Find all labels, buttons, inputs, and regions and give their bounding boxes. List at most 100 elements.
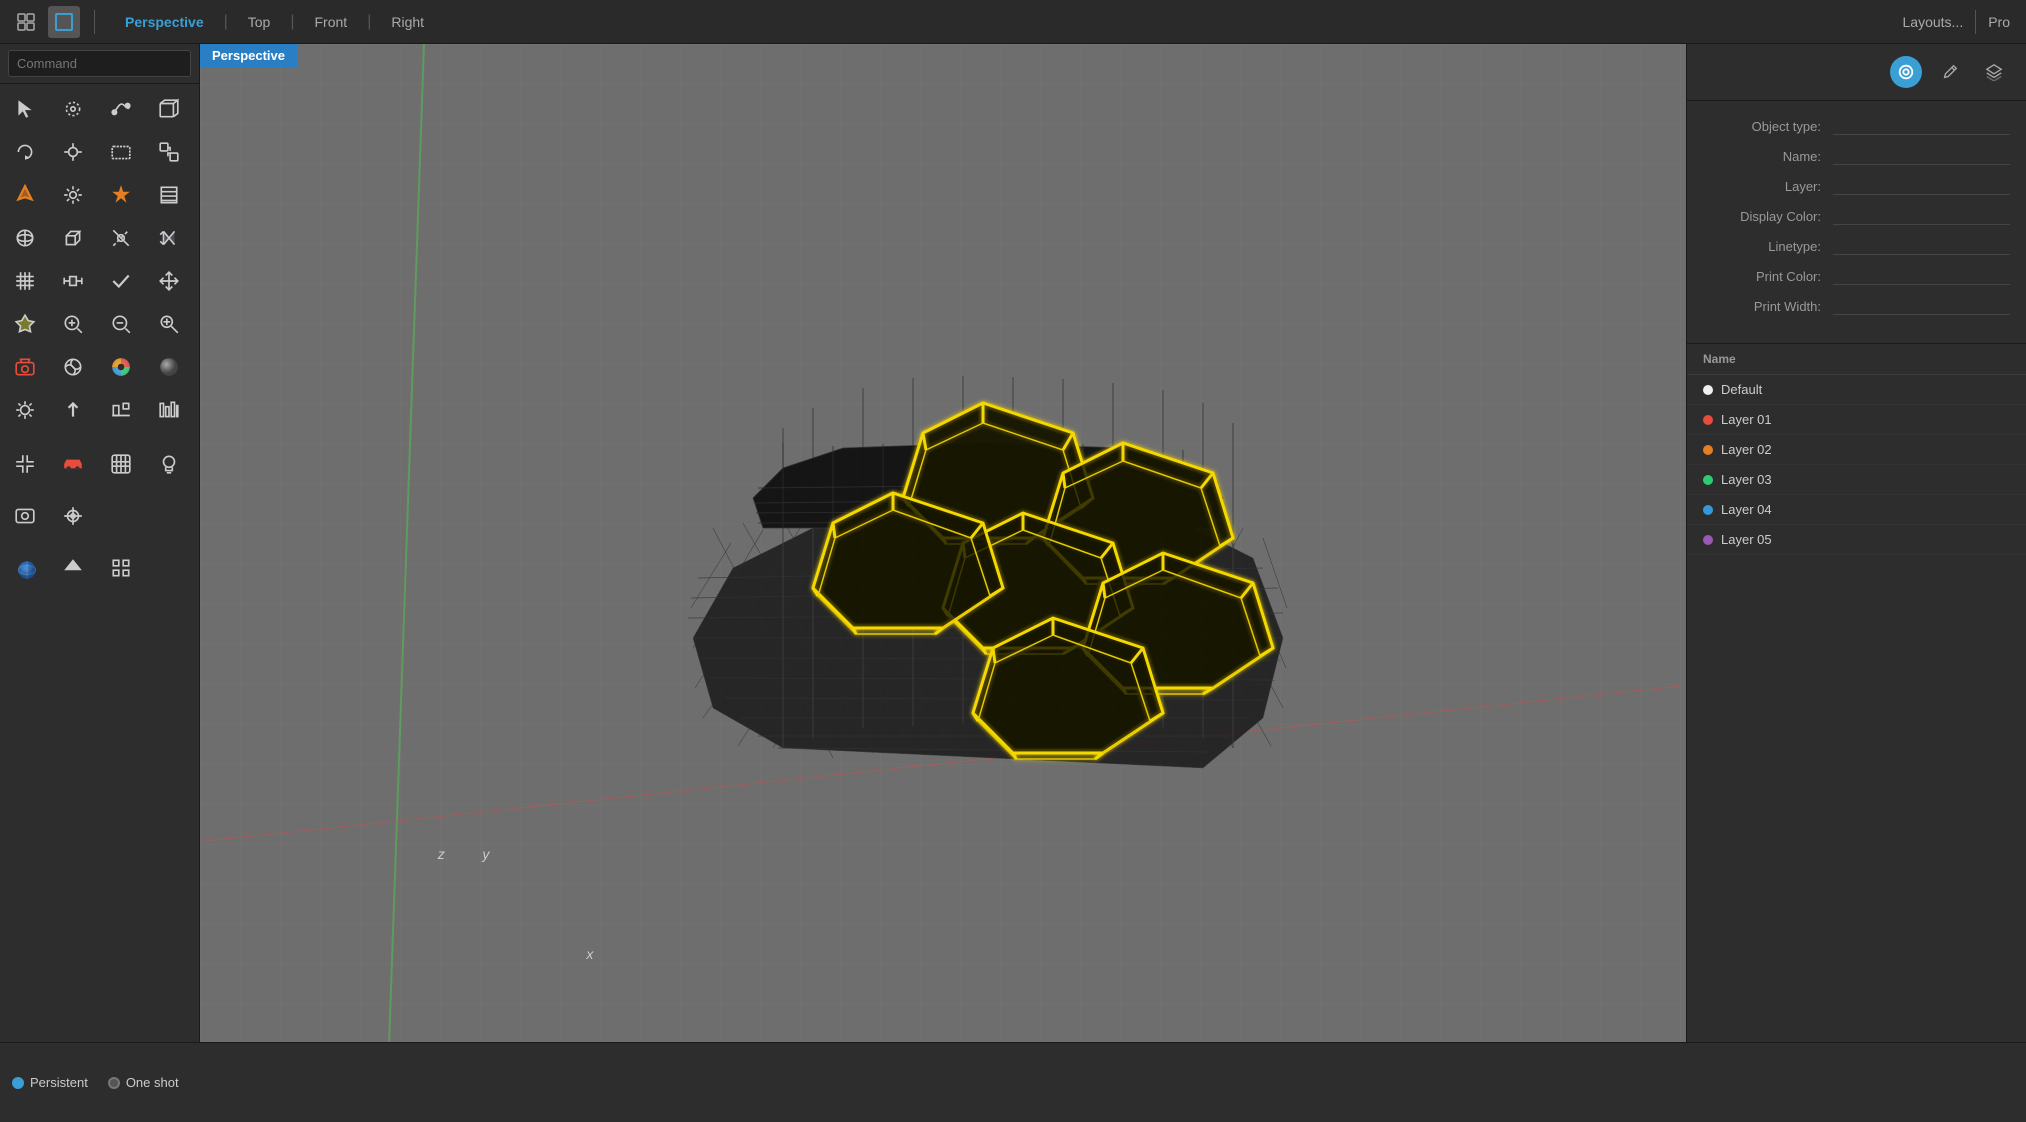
y-axis-label: y <box>482 846 489 862</box>
zoom-area-btn[interactable] <box>148 303 190 345</box>
z-axis-label: z <box>438 846 445 862</box>
layer-row-03[interactable]: Layer 03 <box>1687 465 2026 495</box>
arrow-up-small-btn[interactable] <box>52 547 94 589</box>
zoom-out-btn[interactable] <box>100 303 142 345</box>
mirror-tool-btn[interactable] <box>148 217 190 259</box>
color-wheel-btn[interactable] <box>100 346 142 388</box>
layer-name-04: Layer 04 <box>1721 502 2010 517</box>
layer-name-default: Default <box>1721 382 2010 397</box>
command-input[interactable] <box>8 50 191 77</box>
rect-tool-btn[interactable] <box>100 131 142 173</box>
sun-btn[interactable] <box>4 389 46 431</box>
x-axis-label: x <box>586 946 593 962</box>
properties-icon-btn[interactable] <box>1890 56 1922 88</box>
box-tool-btn[interactable] <box>148 88 190 130</box>
globe-btn[interactable] <box>4 547 50 593</box>
layer-dot-04 <box>1703 505 1713 515</box>
align-btn[interactable] <box>100 389 142 431</box>
status-persistent[interactable]: Persistent <box>12 1075 88 1090</box>
sphere-tool-btn[interactable] <box>4 217 46 259</box>
layer-name-01: Layer 01 <box>1721 412 2010 427</box>
print-width-value <box>1833 297 2010 315</box>
layer-dot-default <box>1703 385 1713 395</box>
left-toolbar <box>0 44 200 1042</box>
extrude-tool-btn[interactable] <box>52 217 94 259</box>
toolbar-grid <box>0 84 199 435</box>
display-color-value <box>1833 207 2010 225</box>
bars-btn[interactable] <box>148 389 190 431</box>
name-value <box>1833 147 2010 165</box>
layer-row-02[interactable]: Layer 02 <box>1687 435 2026 465</box>
target-btn[interactable] <box>52 495 94 537</box>
snap-grid-btn[interactable] <box>100 547 142 589</box>
property-row-layer: Layer: <box>1703 177 2010 195</box>
hatch-tool-btn[interactable] <box>148 174 190 216</box>
world-btn[interactable] <box>100 443 142 485</box>
viewport-perspective-label: Perspective <box>200 44 297 67</box>
layers-name-header: Name <box>1703 352 2010 366</box>
persistent-dot <box>12 1077 24 1089</box>
layer-row-01[interactable]: Layer 01 <box>1687 405 2026 435</box>
nav-icon-group <box>0 6 90 38</box>
linetype-label: Linetype: <box>1703 239 1833 254</box>
print-color-label: Print Color: <box>1703 269 1833 284</box>
one-shot-label: One shot <box>126 1075 179 1090</box>
transform-tool-btn[interactable] <box>148 131 190 173</box>
layers-header: Name <box>1687 344 2026 375</box>
layer-row-04[interactable]: Layer 04 <box>1687 495 2026 525</box>
object-type-label: Object type: <box>1703 119 1833 134</box>
tab-right[interactable]: Right <box>375 10 440 34</box>
rotate-tool-btn[interactable] <box>4 131 46 173</box>
property-row-object-type: Object type: <box>1703 117 2010 135</box>
tab-front[interactable]: Front <box>299 10 364 34</box>
layer-row-05[interactable]: Layer 05 <box>1687 525 2026 555</box>
checkmark-btn[interactable] <box>100 260 142 302</box>
texture-btn[interactable] <box>52 346 94 388</box>
layers-icon-btn[interactable] <box>1978 56 2010 88</box>
toolbar-grid-3 <box>0 491 199 541</box>
properties-panel: Object type: Name: Layer: Display Color:… <box>1687 101 2026 344</box>
grid-layout-icon-btn[interactable] <box>10 6 42 38</box>
3d-model-container <box>583 228 1383 928</box>
one-shot-dot <box>108 1077 120 1089</box>
curve-tool-btn[interactable] <box>100 88 142 130</box>
layouts-button[interactable]: Layouts... <box>1903 14 1964 30</box>
tab-perspective[interactable]: Perspective <box>109 10 220 34</box>
light-btn[interactable] <box>4 303 46 345</box>
tab-top[interactable]: Top <box>232 10 287 34</box>
up-arrow-btn[interactable] <box>52 389 94 431</box>
sphere-render-btn[interactable] <box>148 346 190 388</box>
status-one-shot[interactable]: One shot <box>108 1075 179 1090</box>
trim-tool-btn[interactable] <box>100 217 142 259</box>
car-btn[interactable] <box>52 443 94 485</box>
snap-tool-btn[interactable] <box>52 131 94 173</box>
layer-label: Layer: <box>1703 179 1833 194</box>
settings-tool-btn[interactable] <box>52 174 94 216</box>
viewport-square-icon-btn[interactable] <box>48 6 80 38</box>
layer-dot-02 <box>1703 445 1713 455</box>
lightbulb-btn[interactable] <box>148 443 190 485</box>
persistent-label: Persistent <box>30 1075 88 1090</box>
camera-btn[interactable] <box>4 346 46 388</box>
right-panel: Object type: Name: Layer: Display Color:… <box>1686 44 2026 1042</box>
layer-row-default[interactable]: Default <box>1687 375 2026 405</box>
draw-tool-btn[interactable] <box>4 174 46 216</box>
toolbar-grid-4 <box>0 543 199 597</box>
point-tool-btn[interactable] <box>52 88 94 130</box>
layer-dot-03 <box>1703 475 1713 485</box>
move-btn[interactable] <box>148 260 190 302</box>
dimensions-btn[interactable] <box>52 260 94 302</box>
layer-name-02: Layer 02 <box>1721 442 2010 457</box>
explode-tool-btn[interactable] <box>100 174 142 216</box>
viewport-area[interactable]: Perspective z y x <box>200 44 1686 1042</box>
select-tool-btn[interactable] <box>4 88 46 130</box>
right-panel-top <box>1687 44 2026 101</box>
tab-sep-2: | <box>288 13 296 31</box>
nav-separator-1 <box>94 10 95 34</box>
capture-btn[interactable] <box>4 495 46 537</box>
zoom-in-btn[interactable] <box>52 303 94 345</box>
pen-icon-btn[interactable] <box>1934 56 1966 88</box>
grid-view-btn[interactable] <box>4 260 46 302</box>
layer-value <box>1833 177 2010 195</box>
snap-to-btn[interactable] <box>4 443 46 485</box>
